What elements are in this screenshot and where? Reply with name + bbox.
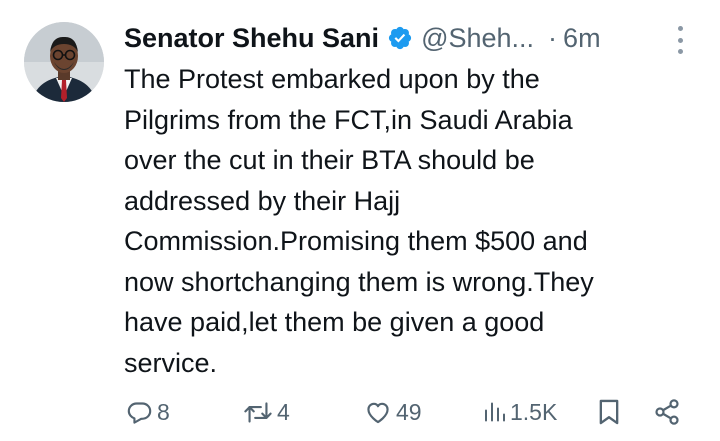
heart-icon <box>364 399 392 426</box>
bookmark-button[interactable] <box>597 392 621 432</box>
reply-icon <box>126 399 153 426</box>
repost-icon <box>243 399 273 426</box>
bookmark-icon <box>597 398 621 426</box>
like-button[interactable]: 49 <box>364 392 422 432</box>
more-options-icon[interactable] <box>670 26 690 54</box>
share-icon <box>653 398 681 426</box>
views-chart-icon <box>482 399 506 426</box>
share-button[interactable] <box>653 392 681 432</box>
tweet-text: The Protest embarked upon by the Pilgrim… <box>124 64 594 378</box>
separator-dot: · <box>548 23 558 53</box>
action-bar: 8 4 49 1.5K <box>0 392 720 432</box>
tweet-header: Senator Shehu Sani @Sheh... · 6m <box>124 20 672 56</box>
tweet-card[interactable]: Senator Shehu Sani @Sheh... · 6m The Pro… <box>0 0 720 441</box>
avatar[interactable] <box>24 22 104 102</box>
views-button[interactable]: 1.5K <box>482 392 557 432</box>
avatar-photo <box>24 22 104 102</box>
views-count: 1.5K <box>510 398 558 425</box>
repost-count: 4 <box>277 398 290 425</box>
author-handle[interactable]: @Sheh... <box>421 20 534 56</box>
reply-button[interactable]: 8 <box>126 392 170 432</box>
author-name[interactable]: Senator Shehu Sani <box>124 20 379 56</box>
reply-count: 8 <box>157 398 170 425</box>
verified-badge-icon <box>387 25 413 51</box>
repost-button[interactable]: 4 <box>243 392 290 432</box>
like-count: 49 <box>396 398 422 425</box>
timestamp[interactable]: 6m <box>563 20 601 56</box>
